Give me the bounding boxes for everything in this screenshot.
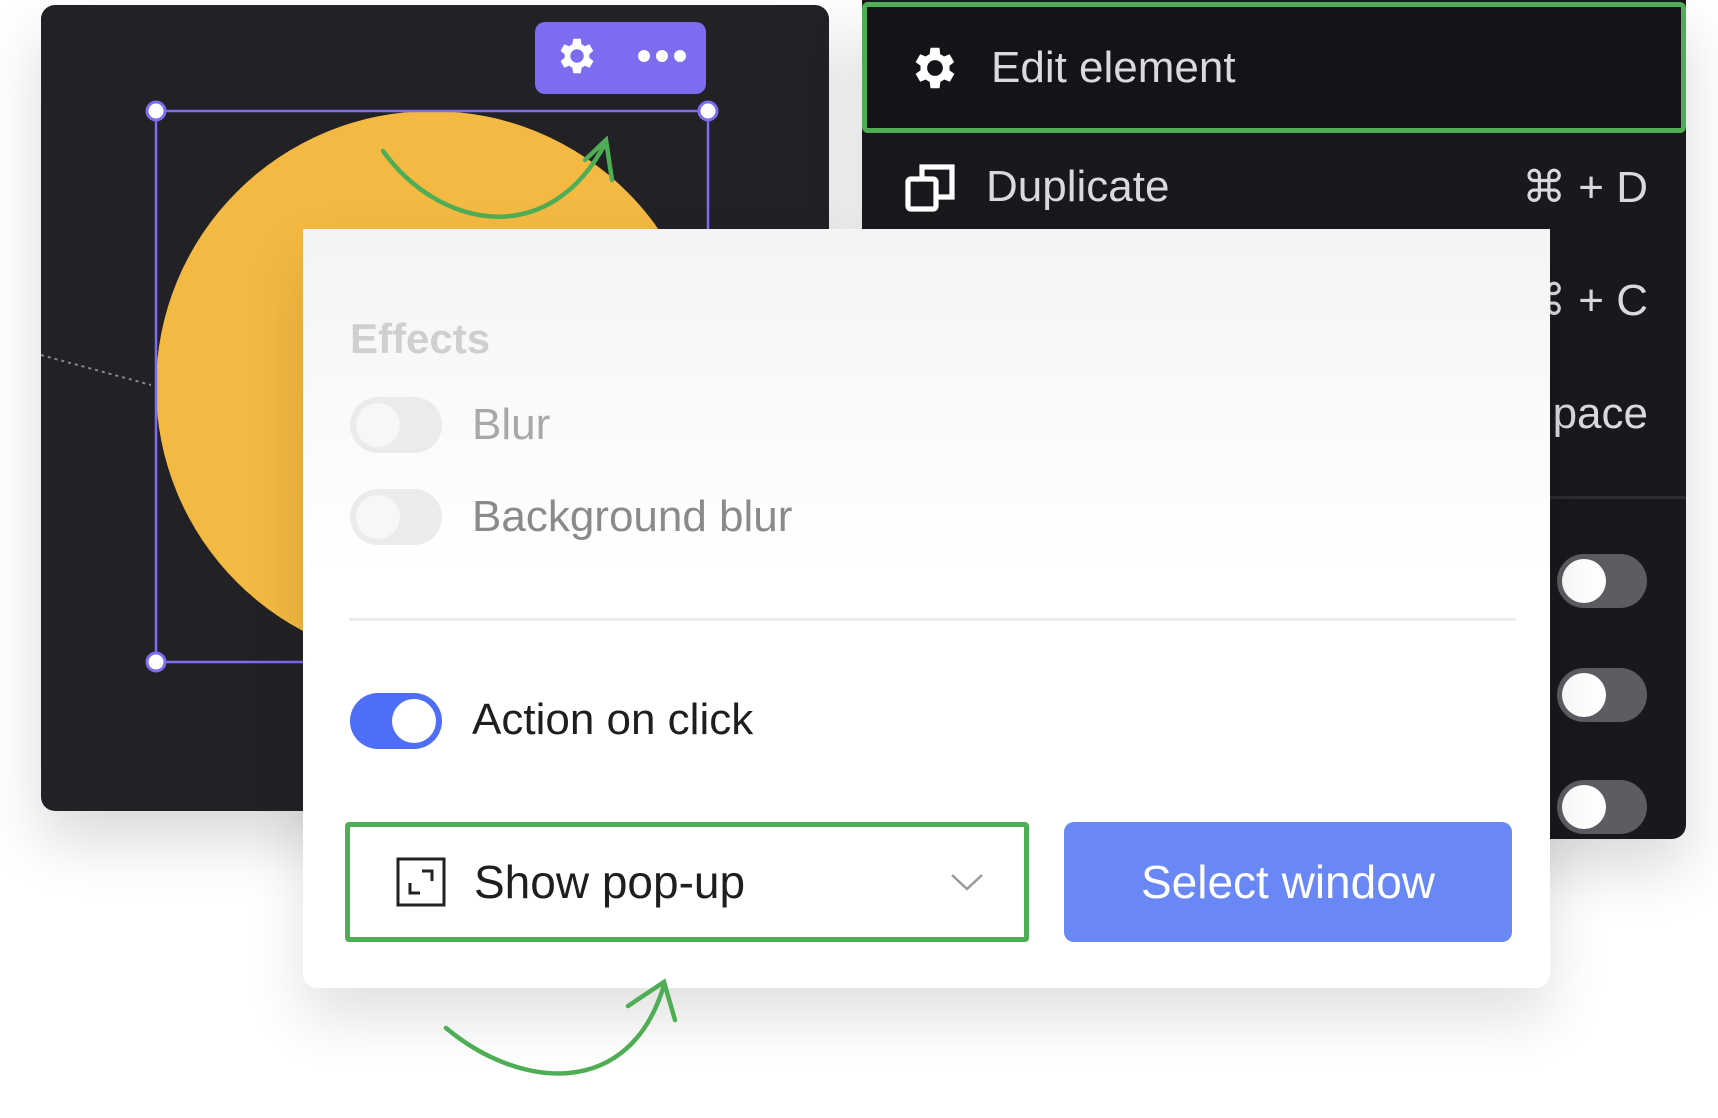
properties-panel: Effects Blur Background blur Action on c… xyxy=(303,229,1550,988)
menu-toggle[interactable] xyxy=(1557,668,1647,722)
background-blur-label: Background blur xyxy=(472,492,793,541)
section-title-effects: Effects xyxy=(350,315,491,362)
action-select-dropdown[interactable]: Show pop-up xyxy=(345,822,1029,942)
panel-divider xyxy=(349,618,1516,621)
blur-toggle[interactable] xyxy=(350,397,442,453)
menu-item-label: pace xyxy=(1552,389,1648,438)
selected-value: Show pop-up xyxy=(474,856,746,908)
chevron-down-icon xyxy=(950,872,984,892)
gear-icon xyxy=(907,40,963,96)
menu-item-label: Edit element xyxy=(991,42,1236,92)
shortcut-label: ⌘ + D xyxy=(1522,162,1648,212)
background-blur-toggle[interactable] xyxy=(350,489,442,545)
action-on-click-label: Action on click xyxy=(472,695,754,744)
menu-item-duplicate[interactable]: Duplicate ⌘ + D xyxy=(862,131,1686,243)
menu-toggle[interactable] xyxy=(1557,780,1647,834)
action-on-click-toggle[interactable] xyxy=(350,693,442,749)
duplicate-icon xyxy=(902,159,958,215)
menu-item-edit-element[interactable]: Edit element xyxy=(862,2,1686,133)
expand-icon xyxy=(396,857,446,907)
arrow-top xyxy=(380,139,609,219)
select-window-button[interactable]: Select window xyxy=(1064,822,1512,942)
menu-toggle[interactable] xyxy=(1557,554,1647,608)
blur-label: Blur xyxy=(472,400,551,449)
menu-item-label: Duplicate xyxy=(986,162,1170,211)
